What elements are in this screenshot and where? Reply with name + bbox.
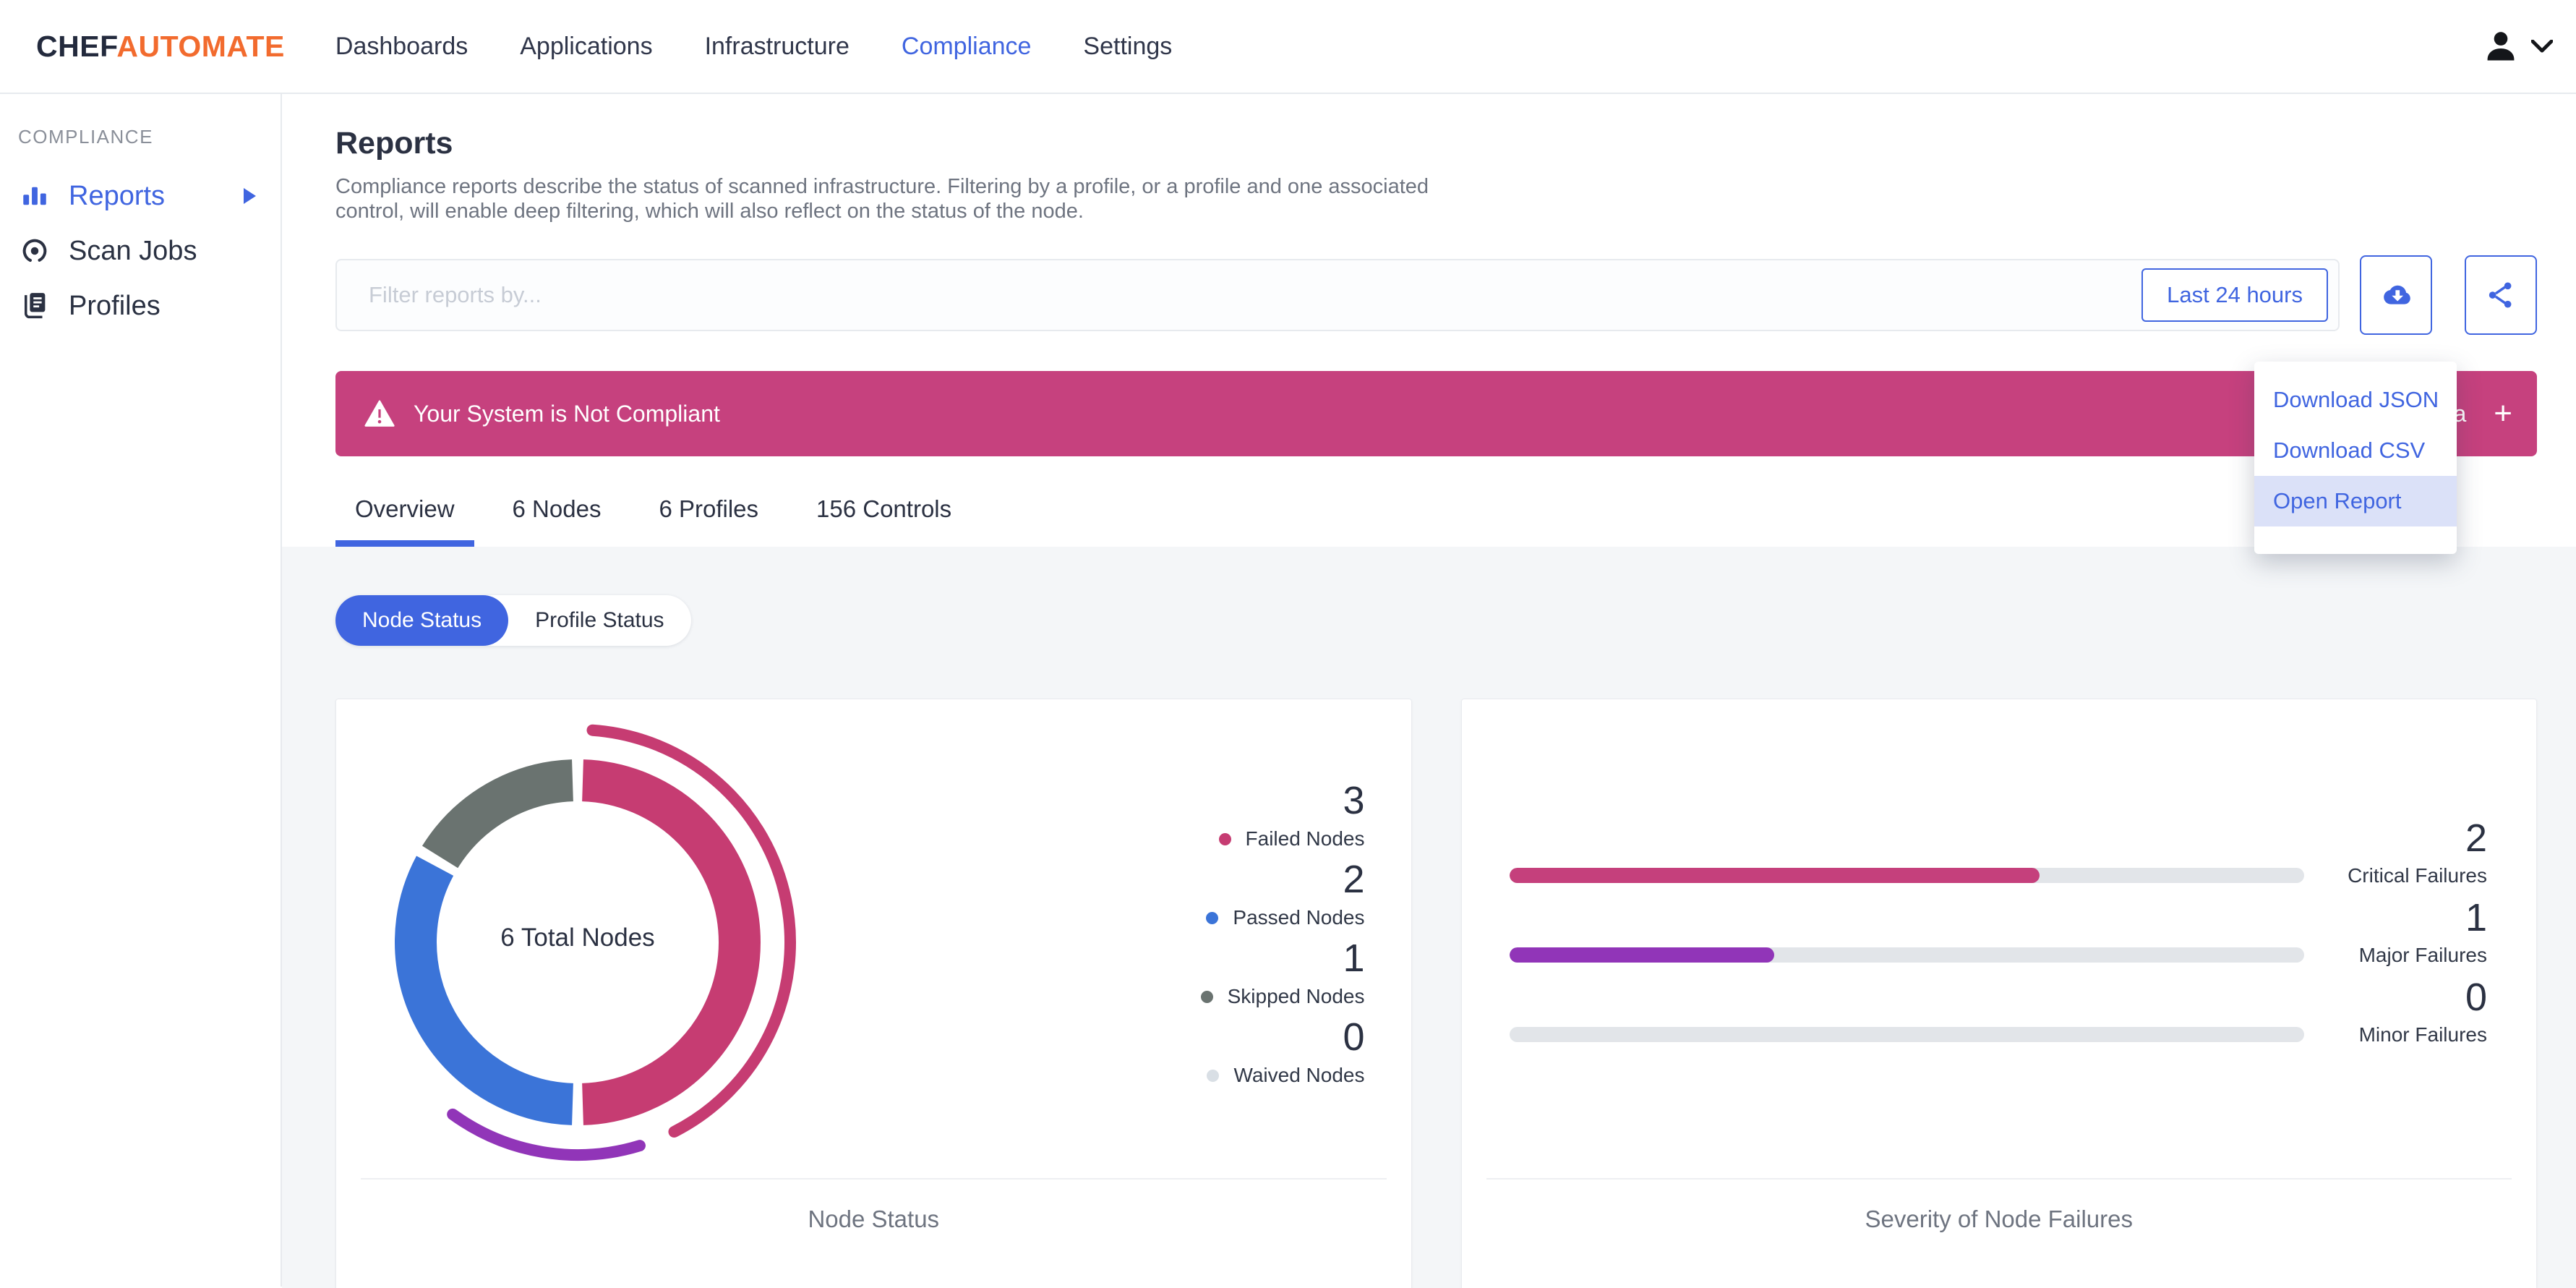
severity-card: 2 Critical Failures 1 Major Failures 0 M… [1460, 699, 2537, 1288]
banner-message: Your System is Not Compliant [414, 400, 720, 427]
logo-automate: AUTOMATE [116, 29, 285, 63]
legend-waived-nodes: 0 Waived Nodes [1201, 1017, 1365, 1088]
critical-failures-row: 2 Critical Failures [1509, 818, 2487, 889]
progress-fill [1509, 868, 2040, 883]
filter-reports-input[interactable] [337, 282, 2142, 308]
waived-dot-icon [1207, 1069, 1220, 1082]
bar-chart-icon [20, 181, 50, 211]
page-title: Reports [335, 126, 453, 161]
legend-label: Skipped Nodes [1227, 985, 1365, 1007]
node-status-pill[interactable]: Node Status [335, 595, 509, 646]
progress-track [1509, 868, 2304, 883]
status-toggle: Node Status Profile Status [335, 595, 691, 646]
legend-value: 2 [1343, 858, 1365, 901]
banner-right-controls: ta + [2447, 398, 2512, 430]
page-header: Reports Compliance reports describe the … [282, 94, 2576, 547]
report-tabs: Overview 6 Nodes 6 Profiles 156 Controls [335, 495, 2537, 547]
menu-item-download-json[interactable]: Download JSON [2254, 375, 2457, 425]
logo-chef: CHEF [36, 29, 117, 63]
card-caption: Node Status [808, 1206, 940, 1232]
chevron-down-icon [2531, 39, 2553, 54]
share-button[interactable] [2465, 255, 2537, 335]
sidebar-section-label: COMPLIANCE [18, 126, 153, 148]
tab-nodes[interactable]: 6 Nodes [493, 495, 621, 547]
major-failures-row: 1 Major Failures [1509, 897, 2487, 968]
download-dropdown-menu: Download JSON Download CSV Open Report [2254, 362, 2457, 554]
progress-track [1509, 1027, 2304, 1042]
severity-label: Critical Failures [2348, 864, 2487, 887]
severity-value: 2 [2465, 816, 2487, 860]
legend-passed-nodes: 2 Passed Nodes [1201, 859, 1365, 930]
menu-item-download-csv[interactable]: Download CSV [2254, 425, 2457, 476]
sidebar-item-label: Reports [69, 180, 166, 211]
nav-infrastructure[interactable]: Infrastructure [705, 33, 850, 61]
minor-failures-row: 0 Minor Failures [1509, 977, 2487, 1048]
sidebar: COMPLIANCE Reports Scan Jobs Profiles [0, 94, 282, 1287]
legend-label: Passed Nodes [1233, 906, 1365, 929]
download-button[interactable] [2360, 255, 2432, 335]
legend-label: Failed Nodes [1245, 827, 1365, 850]
tab-overview[interactable]: Overview [335, 495, 474, 547]
filter-bar: Last 24 hours [335, 255, 2537, 335]
tab-profiles[interactable]: 6 Profiles [639, 495, 778, 547]
skipped-dot-icon [1200, 990, 1213, 1003]
nav-settings[interactable]: Settings [1083, 33, 1172, 61]
sidebar-item-profiles[interactable]: Profiles [0, 278, 281, 333]
severity-label: Minor Failures [2358, 1023, 2487, 1046]
tab-controls[interactable]: 156 Controls [797, 495, 971, 547]
chef-automate-logo[interactable]: CHEFAUTOMATE [36, 30, 285, 64]
failed-dot-icon [1218, 832, 1231, 845]
legend-skipped-nodes: 1 Skipped Nodes [1200, 937, 1365, 1009]
legend-failed-nodes: 3 Failed Nodes [1201, 780, 1365, 851]
filter-input-container: Last 24 hours [335, 259, 2340, 331]
severity-value: 0 [2465, 976, 2487, 1019]
compliance-banner: Your System is Not Compliant ta + [335, 371, 2537, 456]
legend-value: 1 [1343, 937, 1365, 980]
sidebar-item-reports[interactable]: Reports [0, 169, 281, 223]
severity-bars: 2 Critical Failures 1 Major Failures 0 M… [1462, 699, 2537, 1048]
progress-fill [1509, 947, 1774, 963]
sidebar-item-label: Profiles [69, 290, 161, 321]
sidebar-item-scan-jobs[interactable]: Scan Jobs [0, 223, 281, 278]
overview-panel: Node Status Profile Status 6 Total Nodes… [282, 547, 2576, 1288]
top-nav: CHEFAUTOMATE Dashboards Applications Inf… [0, 0, 2576, 94]
page-description: Compliance reports describe the status o… [335, 175, 1429, 223]
nav-dashboards[interactable]: Dashboards [335, 33, 468, 61]
nav-compliance[interactable]: Compliance [902, 33, 1032, 61]
submenu-arrow-icon [244, 188, 256, 204]
legend-value: 3 [1343, 779, 1365, 822]
progress-track [1509, 947, 2304, 963]
severity-value: 1 [2465, 896, 2487, 939]
node-status-card: 6 Total Nodes 3 Failed Nodes 2 Passed No… [335, 699, 1412, 1288]
card-caption: Severity of Node Failures [1865, 1206, 2134, 1232]
legend-label: Waived Nodes [1233, 1064, 1365, 1086]
sidebar-item-label: Scan Jobs [69, 235, 197, 266]
legend-value: 0 [1343, 1015, 1365, 1059]
nav-applications[interactable]: Applications [520, 33, 652, 61]
user-icon [2482, 27, 2520, 65]
main-content: Reports Compliance reports describe the … [282, 94, 2576, 1288]
scanner-icon [20, 236, 50, 266]
expand-plus-icon[interactable]: + [2494, 398, 2512, 430]
time-range-button[interactable]: Last 24 hours [2141, 268, 2328, 322]
card-divider [1486, 1178, 2512, 1180]
card-divider [361, 1178, 1387, 1180]
main-nav: Dashboards Applications Infrastructure C… [335, 33, 1224, 61]
warning-icon [364, 400, 395, 428]
profile-status-pill[interactable]: Profile Status [508, 595, 690, 646]
passed-dot-icon [1206, 911, 1219, 924]
documents-icon [20, 291, 50, 321]
donut-legend: 3 Failed Nodes 2 Passed Nodes 1 Skipped … [1200, 780, 1365, 1096]
cloud-download-icon [2379, 281, 2413, 309]
donut-center-label: 6 Total Nodes [500, 924, 655, 952]
severity-label: Major Failures [2358, 944, 2487, 966]
user-menu[interactable] [2482, 27, 2563, 65]
menu-item-open-report[interactable]: Open Report [2254, 476, 2457, 526]
share-icon [2486, 280, 2516, 310]
